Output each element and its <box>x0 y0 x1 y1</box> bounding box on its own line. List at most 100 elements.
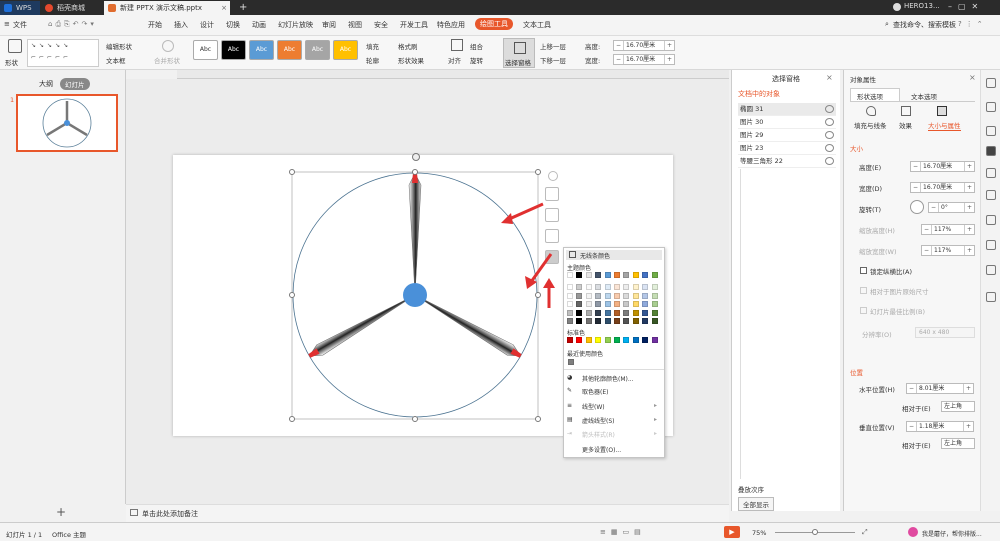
fill-button[interactable]: 填充 <box>366 41 379 51</box>
size-property-icon[interactable] <box>937 106 947 116</box>
sub-tab-fill-line[interactable]: 填充与线条 <box>854 120 887 130</box>
standard-color-swatch[interactable] <box>651 337 658 343</box>
add-tab-button[interactable]: + <box>236 1 250 15</box>
theme-color-swatch[interactable] <box>651 272 658 278</box>
tab-text-options[interactable]: 文本选项 <box>911 91 937 101</box>
theme-color-swatch[interactable] <box>585 301 592 308</box>
theme-color-swatch[interactable] <box>632 318 639 324</box>
resize-handle-b[interactable] <box>412 416 418 422</box>
standard-color-row[interactable] <box>567 337 663 345</box>
best-scale-checkbox[interactable] <box>860 307 867 314</box>
menu-file[interactable]: 文件 <box>13 20 27 30</box>
theme-color-swatch[interactable] <box>632 292 639 299</box>
rotate-button[interactable]: 旋转 <box>470 55 483 65</box>
tab-document[interactable]: 新建 PPTX 演示文稿.pptx × <box>104 1 230 15</box>
theme-color-swatch[interactable] <box>642 272 649 278</box>
menu-review[interactable]: 审阅 <box>322 20 336 30</box>
format-painter-button[interactable]: 格式刷 <box>398 41 418 51</box>
resize-handle-br[interactable] <box>535 416 541 422</box>
theme-color-swatch[interactable] <box>576 284 583 291</box>
theme-color-swatch[interactable] <box>585 318 592 324</box>
star-icon[interactable] <box>986 168 996 178</box>
theme-color-swatch[interactable] <box>651 309 658 316</box>
merge-shape-icon[interactable] <box>162 40 174 52</box>
standard-color-swatch[interactable] <box>604 337 611 343</box>
avatar[interactable] <box>893 3 901 11</box>
theme-color-swatch[interactable] <box>614 309 620 316</box>
tab-store[interactable]: 稻壳商城 <box>41 1 103 15</box>
theme-color-swatch[interactable] <box>567 318 573 324</box>
theme-color-swatch[interactable] <box>623 284 630 291</box>
close-icon[interactable]: × <box>826 73 833 82</box>
notes-bar[interactable]: 单击此处添加备注 <box>126 504 729 522</box>
theme-color-swatch[interactable] <box>595 292 602 299</box>
theme-color-swatch[interactable] <box>595 272 602 278</box>
height-spinner[interactable]: −16.70厘米 + <box>613 40 675 51</box>
slide-thumbnail[interactable] <box>16 94 118 152</box>
more-colors-item[interactable]: 其他轮廓颜色(M)... <box>582 374 634 383</box>
theme-color-swatch[interactable] <box>623 272 630 278</box>
horizontal-ruler[interactable] <box>177 70 729 79</box>
collapse-icon[interactable] <box>548 171 558 181</box>
theme-color-swatch[interactable] <box>651 284 658 291</box>
menu-features[interactable]: 特色应用 <box>437 20 465 30</box>
menu-view[interactable]: 视图 <box>348 20 362 30</box>
sub-tab-size-property[interactable]: 大小与属性 <box>928 120 961 131</box>
object-row[interactable]: 等腰三角形 22 <box>738 155 836 168</box>
theme-color-swatch[interactable] <box>595 301 602 308</box>
settings-icon[interactable] <box>986 292 996 302</box>
theme-color-swatch[interactable] <box>604 292 611 299</box>
style-black[interactable]: Abc <box>221 40 246 60</box>
group-button[interactable]: 组合 <box>470 41 483 51</box>
rotate-dial[interactable] <box>910 200 924 214</box>
tab-slides[interactable]: 幻灯片 <box>60 78 90 90</box>
horizontal-relative-select[interactable]: 左上角 <box>941 401 975 412</box>
view-mode-icons[interactable]: ≡▦▭▤ <box>600 528 646 536</box>
standard-color-swatch[interactable] <box>623 337 630 343</box>
visibility-eye-icon[interactable] <box>825 144 834 152</box>
menu-design[interactable]: 设计 <box>200 20 214 30</box>
visibility-eye-icon[interactable] <box>825 105 834 113</box>
object-row[interactable]: 图片 30 <box>738 116 836 129</box>
theme-color-swatch[interactable] <box>576 301 583 308</box>
vertical-relative-select[interactable]: 左上角 <box>941 438 975 449</box>
theme-color-swatch[interactable] <box>632 284 639 291</box>
align-button[interactable]: 对齐 <box>448 55 461 65</box>
resize-handle-bl[interactable] <box>289 416 295 422</box>
theme-color-swatch[interactable] <box>623 301 630 308</box>
fill-line-icon[interactable] <box>866 106 876 116</box>
style-gold[interactable]: Abc <box>333 40 358 60</box>
help-icons[interactable]: ?⋮⌃ <box>958 20 987 28</box>
textbox-button[interactable]: 文本框 <box>106 55 126 65</box>
object-row[interactable]: 图片 23 <box>738 142 836 155</box>
object-row[interactable]: 椭圆 31 <box>738 103 836 116</box>
resize-handle-tl[interactable] <box>289 169 295 175</box>
menu-security[interactable]: 安全 <box>374 20 388 30</box>
theme-color-swatch[interactable] <box>567 301 573 308</box>
resize-handle-tr[interactable] <box>535 169 541 175</box>
theme-color-swatch[interactable] <box>642 301 649 308</box>
standard-color-swatch[interactable] <box>576 337 583 343</box>
grid-icon[interactable] <box>986 215 996 225</box>
theme-color-swatch[interactable] <box>567 272 573 278</box>
theme-color-swatch[interactable] <box>614 301 620 308</box>
height-spinner[interactable]: −16.70厘米 + <box>910 161 975 172</box>
outline-button[interactable]: 轮廓 <box>366 55 379 65</box>
theme-color-swatch[interactable] <box>604 318 611 324</box>
menu-insert[interactable]: 插入 <box>174 20 188 30</box>
tab-outline[interactable]: 大纲 <box>39 79 53 89</box>
menu-icon[interactable]: ≡ <box>4 20 10 28</box>
theme-color-swatch[interactable] <box>651 318 658 324</box>
template-icon[interactable] <box>986 102 996 112</box>
show-all-button[interactable]: 全部显示 <box>738 497 774 511</box>
theme-color-swatch[interactable] <box>642 292 649 299</box>
merge-shape-label[interactable]: 合并形状 <box>154 55 180 65</box>
effect-icon[interactable] <box>901 106 911 116</box>
theme-color-swatch[interactable] <box>576 309 583 316</box>
menu-animation[interactable]: 动画 <box>252 20 266 30</box>
theme-color-grid[interactable] <box>567 272 663 328</box>
resize-handle-t[interactable] <box>412 169 418 175</box>
theme-color-swatch[interactable] <box>623 292 630 299</box>
theme-color-swatch[interactable] <box>576 318 583 324</box>
style-white[interactable]: Abc <box>193 40 218 60</box>
